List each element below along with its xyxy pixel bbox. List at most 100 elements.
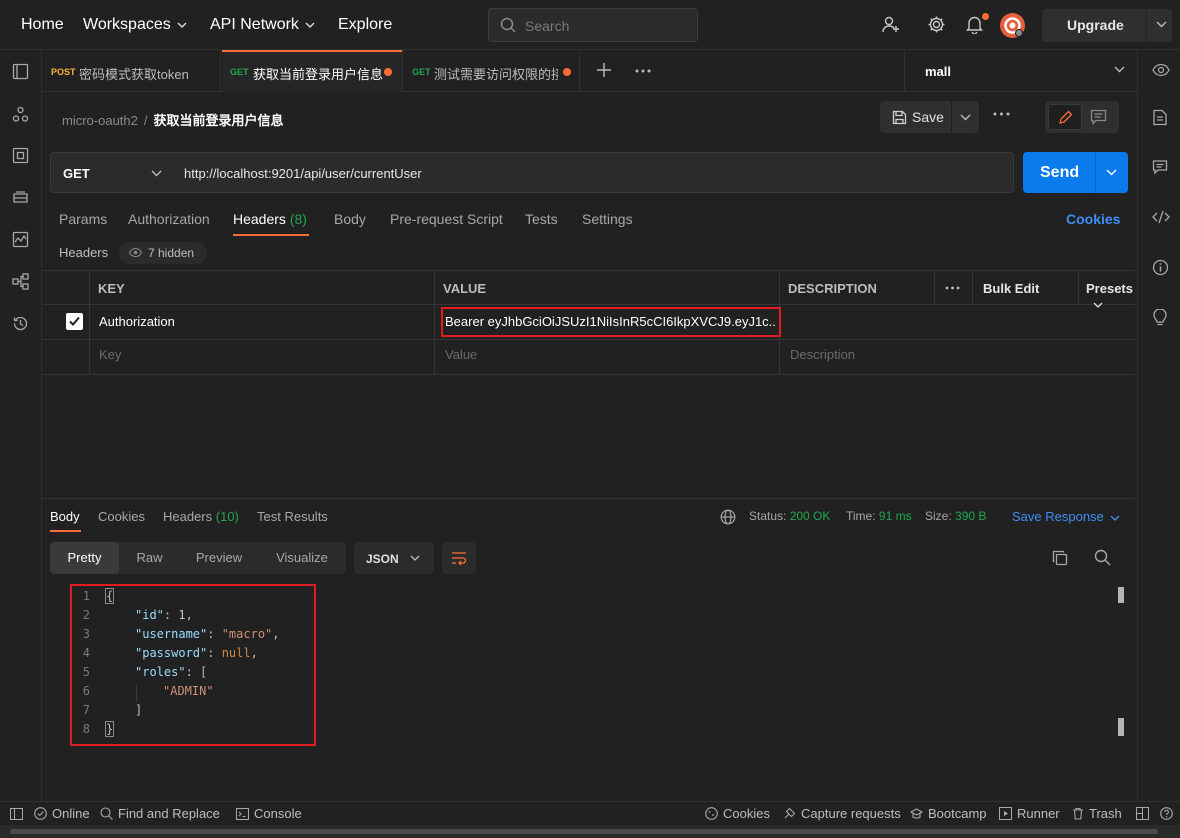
response-size[interactable]: Size: 390 B bbox=[925, 509, 986, 523]
new-description-input[interactable]: Description bbox=[790, 347, 855, 362]
tab-password-token[interactable]: POST 密码模式获取token bbox=[42, 50, 221, 92]
tab-access-permission[interactable]: GET 测试需要访问权限的接口 bbox=[404, 50, 580, 92]
line-number: 8 bbox=[82, 722, 90, 736]
tab-current-user[interactable]: GET 获取当前登录用户信息 bbox=[222, 50, 403, 92]
response-time[interactable]: Time: 91 ms bbox=[846, 509, 912, 523]
header-key[interactable]: Authorization bbox=[99, 314, 175, 329]
hidden-headers-toggle[interactable]: 7 hidden bbox=[119, 242, 207, 264]
capture-requests-button[interactable]: Capture requests bbox=[783, 806, 901, 821]
scrollbar-marker[interactable] bbox=[1118, 587, 1124, 603]
cookies-button[interactable]: Cookies bbox=[705, 806, 770, 821]
tab-settings[interactable]: Settings bbox=[582, 211, 633, 227]
environments-icon[interactable] bbox=[12, 147, 29, 164]
chevron-down-icon[interactable] bbox=[1156, 21, 1167, 28]
nav-api-network[interactable]: API Network bbox=[210, 0, 315, 50]
view-visualize[interactable]: Visualize bbox=[258, 542, 346, 574]
upgrade-button[interactable]: Upgrade bbox=[1042, 9, 1172, 42]
header-value[interactable]: Bearer eyJhbGciOiJSUzI1NiIsInR5cCI6IkpXV… bbox=[445, 314, 777, 329]
view-pretty[interactable]: Pretty bbox=[50, 542, 119, 574]
save-dropdown[interactable] bbox=[952, 101, 979, 133]
wrap-lines-button[interactable] bbox=[442, 542, 476, 574]
response-status[interactable]: Status: 200 OK bbox=[749, 509, 830, 523]
nav-home[interactable]: Home bbox=[21, 0, 64, 50]
nav-workspaces-label: Workspaces bbox=[83, 16, 171, 33]
environment-select[interactable]: mall bbox=[904, 50, 1137, 92]
new-value-input[interactable]: Value bbox=[445, 347, 477, 362]
header-enabled-checkbox[interactable] bbox=[66, 313, 83, 330]
help-icon[interactable] bbox=[1160, 806, 1178, 821]
runner-button[interactable]: Runner bbox=[999, 806, 1060, 821]
horizontal-scrollbar[interactable] bbox=[0, 825, 1180, 838]
format-select[interactable]: JSON bbox=[354, 542, 434, 574]
more-tabs-icon[interactable] bbox=[635, 69, 651, 73]
code-line: "password": null, bbox=[135, 646, 258, 660]
method-select[interactable]: GET bbox=[50, 152, 172, 193]
toggle-sidebar-icon[interactable] bbox=[10, 806, 28, 821]
new-key-input[interactable]: Key bbox=[99, 347, 121, 362]
response-tab-test-results[interactable]: Test Results bbox=[257, 509, 328, 524]
search-input[interactable]: Search bbox=[488, 8, 698, 42]
response-headers-count: (10) bbox=[215, 509, 239, 524]
status-value: 200 OK bbox=[789, 509, 831, 523]
response-tab-headers-label: Headers bbox=[163, 509, 213, 524]
url-input[interactable]: http://localhost:9201/api/user/currentUs… bbox=[171, 152, 1014, 193]
find-replace-button[interactable]: Find and Replace bbox=[100, 806, 220, 821]
lightbulb-icon[interactable] bbox=[1152, 309, 1168, 327]
response-tab-cookies[interactable]: Cookies bbox=[98, 509, 145, 524]
console-button[interactable]: Console bbox=[236, 806, 302, 821]
presets-dropdown[interactable]: Presets bbox=[1086, 281, 1135, 311]
view-preview[interactable]: Preview bbox=[180, 542, 258, 574]
online-status[interactable]: Online bbox=[34, 806, 90, 821]
tab-prerequest-script[interactable]: Pre-request Script bbox=[390, 211, 503, 227]
tab-params[interactable]: Params bbox=[59, 211, 107, 227]
documentation-icon[interactable] bbox=[1152, 109, 1168, 126]
bulk-edit-button[interactable]: Bulk Edit bbox=[983, 281, 1039, 296]
settings-gear-icon[interactable] bbox=[927, 15, 946, 34]
layout-icon[interactable] bbox=[1136, 806, 1154, 821]
send-label: Send bbox=[1040, 164, 1080, 181]
column-options-icon[interactable] bbox=[945, 286, 960, 290]
invite-user-icon[interactable] bbox=[881, 15, 900, 34]
mock-servers-icon[interactable] bbox=[12, 189, 29, 206]
view-raw[interactable]: Raw bbox=[119, 542, 180, 574]
tab-body[interactable]: Body bbox=[334, 211, 366, 227]
avatar[interactable] bbox=[1000, 13, 1025, 38]
code-icon[interactable] bbox=[1152, 209, 1170, 225]
scrollbar-thumb[interactable] bbox=[10, 829, 1158, 834]
nav-explore[interactable]: Explore bbox=[338, 0, 392, 50]
response-tab-headers[interactable]: Headers (10) bbox=[163, 509, 239, 524]
nav-workspaces[interactable]: Workspaces bbox=[83, 0, 187, 50]
edit-mode-button[interactable] bbox=[1048, 104, 1082, 130]
more-actions-icon[interactable] bbox=[993, 112, 1010, 116]
copy-icon[interactable] bbox=[1052, 550, 1068, 566]
chevron-down-icon[interactable] bbox=[1106, 169, 1117, 176]
monitors-icon[interactable] bbox=[12, 231, 29, 248]
collections-icon[interactable] bbox=[12, 63, 29, 80]
send-button[interactable]: Send bbox=[1023, 152, 1128, 193]
comment-mode-icon[interactable] bbox=[1090, 109, 1107, 125]
response-tab-body[interactable]: Body bbox=[50, 509, 80, 524]
cookies-link[interactable]: Cookies bbox=[1066, 211, 1120, 227]
trash-button[interactable]: Trash bbox=[1072, 806, 1122, 821]
tab-headers[interactable]: Headers (8) bbox=[233, 211, 307, 227]
history-icon[interactable] bbox=[12, 315, 29, 332]
breadcrumb-collection[interactable]: micro-oauth2 bbox=[62, 113, 138, 128]
new-tab-plus-icon[interactable] bbox=[597, 63, 611, 77]
save-button[interactable]: Save bbox=[880, 101, 951, 133]
info-icon[interactable] bbox=[1152, 259, 1169, 276]
search-icon[interactable] bbox=[1094, 549, 1111, 566]
notifications-bell-icon[interactable] bbox=[966, 15, 983, 34]
eye-icon[interactable] bbox=[1152, 62, 1170, 78]
response-body-code[interactable]: 1 2 3 4 5 6 7 8 { "id": 1, "username": "… bbox=[70, 584, 316, 746]
scrollbar-marker[interactable] bbox=[1118, 718, 1124, 736]
breadcrumb-request-name[interactable]: 获取当前登录用户信息 bbox=[154, 113, 284, 128]
apis-icon[interactable] bbox=[12, 106, 29, 123]
tab-authorization[interactable]: Authorization bbox=[128, 211, 210, 227]
bootcamp-button[interactable]: Bootcamp bbox=[910, 806, 987, 821]
globe-icon[interactable] bbox=[720, 509, 736, 525]
flows-icon[interactable] bbox=[12, 273, 29, 290]
view-mode-toggle bbox=[1045, 101, 1119, 133]
comments-icon[interactable] bbox=[1152, 159, 1168, 175]
save-response-dropdown[interactable]: Save Response bbox=[1012, 509, 1120, 524]
tab-tests[interactable]: Tests bbox=[525, 211, 558, 227]
